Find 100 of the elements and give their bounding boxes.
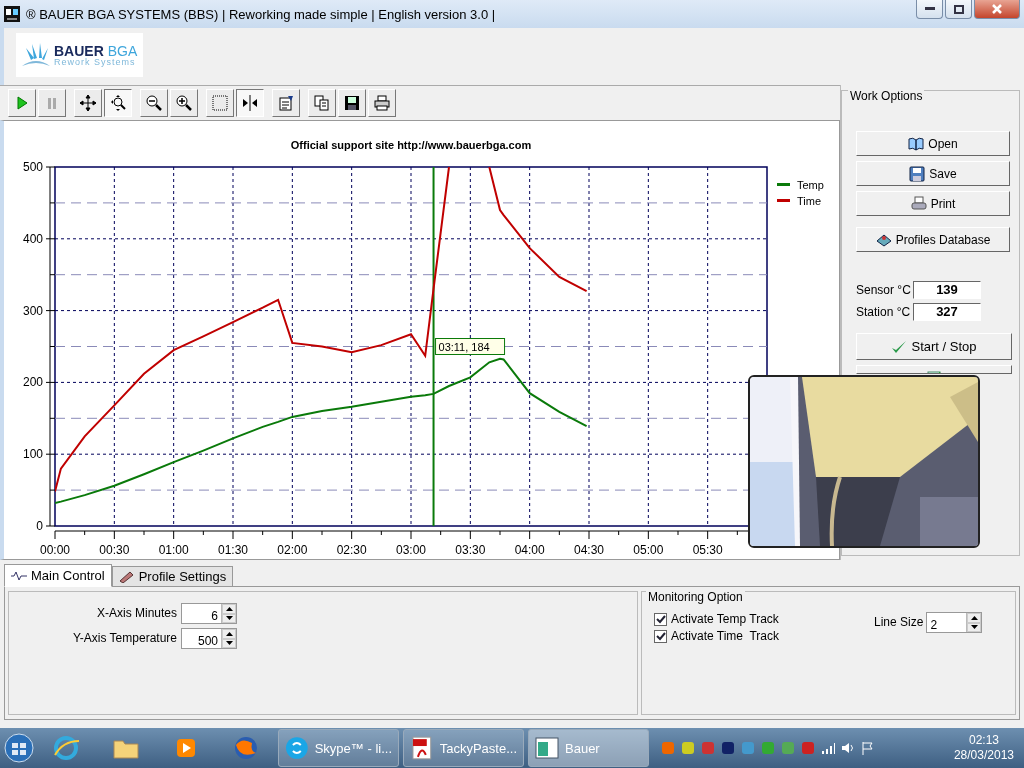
move-button[interactable] bbox=[74, 89, 102, 117]
cursor-button[interactable] bbox=[236, 89, 264, 117]
group-title: Monitoring Option bbox=[646, 590, 745, 604]
magnifier-icon bbox=[109, 94, 127, 112]
axis-label: 05:30 bbox=[692, 543, 723, 557]
checkbox-label: Activate Time Track bbox=[671, 629, 780, 643]
reading-label: Station °C bbox=[856, 305, 910, 319]
floppy-icon bbox=[343, 94, 361, 112]
copy-button[interactable] bbox=[308, 89, 336, 117]
axis-label: 500 bbox=[22, 160, 43, 174]
legend-label: Temp bbox=[797, 179, 824, 191]
field-label: X-Axis Minutes bbox=[95, 605, 177, 622]
play-button[interactable] bbox=[8, 89, 36, 117]
start-stop-button[interactable]: Start / Stop bbox=[856, 333, 1012, 360]
zoom-area-button[interactable] bbox=[104, 89, 132, 117]
printer-icon bbox=[910, 195, 927, 212]
annotation: 03:11, 184 bbox=[438, 340, 490, 353]
document-icon bbox=[410, 736, 434, 760]
print-button[interactable] bbox=[368, 89, 396, 117]
tab[interactable]: Main Control bbox=[4, 564, 112, 587]
save-button[interactable]: Save bbox=[856, 161, 1010, 186]
browser-icon[interactable] bbox=[51, 733, 81, 763]
save-button[interactable] bbox=[338, 89, 366, 117]
up-arrow-icon[interactable] bbox=[225, 631, 233, 636]
window-icon bbox=[535, 736, 559, 760]
flag-icon[interactable] bbox=[861, 741, 875, 755]
clock[interactable]: 02:13 28/03/2013 bbox=[953, 733, 1020, 763]
open-button[interactable]: Open bbox=[856, 131, 1010, 156]
axis-label: 01:00 bbox=[158, 543, 189, 557]
group-title: Work Options bbox=[848, 89, 925, 103]
print-button[interactable]: Print bbox=[856, 191, 1010, 216]
axis-label: 00:30 bbox=[99, 543, 130, 557]
field-label: Y-Axis Temperature bbox=[71, 630, 177, 647]
logo-text: BAUER BGA bbox=[54, 43, 138, 58]
pause-button[interactable] bbox=[38, 89, 66, 117]
close-button[interactable] bbox=[974, 0, 1020, 19]
axis-label: 200 bbox=[22, 375, 43, 390]
up-arrow-icon[interactable] bbox=[970, 615, 978, 620]
selection-icon bbox=[211, 94, 229, 112]
zoom-out-button[interactable] bbox=[140, 89, 168, 117]
tab[interactable]: Profile Settings bbox=[111, 566, 234, 586]
tray-icon[interactable] bbox=[721, 741, 735, 755]
axis-label: 04:00 bbox=[514, 543, 545, 557]
action-button[interactable] bbox=[856, 365, 1012, 374]
legend-entry: Time bbox=[777, 195, 822, 207]
close-icon bbox=[991, 4, 1003, 14]
window-title: ® BAUER BGA SYSTEMS (BBS) | Reworking made simple | English version 3.0 | bbox=[26, 6, 497, 22]
reading-label: Sensor °C bbox=[856, 283, 910, 297]
axis-label: 100 bbox=[22, 447, 43, 462]
legend-entry: Temp bbox=[777, 179, 824, 191]
down-arrow-icon[interactable] bbox=[225, 616, 233, 621]
down-arrow-icon[interactable] bbox=[970, 625, 978, 630]
select-button[interactable] bbox=[206, 89, 234, 117]
up-arrow-icon[interactable] bbox=[225, 606, 233, 611]
reading-value: 139 bbox=[913, 281, 981, 299]
check-icon bbox=[891, 338, 908, 355]
down-arrow-icon[interactable] bbox=[225, 641, 233, 646]
wave-icon bbox=[11, 570, 27, 581]
axis-label: 0 bbox=[36, 519, 43, 533]
speaker-icon[interactable] bbox=[841, 741, 855, 755]
chart-title: Official support site http://www.bauerbga.com bbox=[290, 139, 532, 151]
zoom-in-button[interactable] bbox=[170, 89, 198, 117]
spin-field[interactable]: 6 bbox=[181, 603, 237, 624]
logo-tagline: Rework Systems bbox=[54, 57, 137, 67]
start-orb-icon[interactable] bbox=[4, 733, 34, 763]
axis-label: 05:00 bbox=[633, 543, 664, 557]
logo-icon bbox=[22, 42, 50, 68]
tray-icon[interactable] bbox=[681, 741, 695, 755]
maximize-button[interactable] bbox=[945, 0, 972, 19]
signal-icon[interactable] bbox=[821, 741, 835, 755]
copy-icon bbox=[313, 94, 331, 112]
pen-icon bbox=[118, 570, 135, 583]
reading-value: 327 bbox=[913, 303, 981, 321]
checkbox[interactable] bbox=[654, 612, 667, 626]
checkbox[interactable] bbox=[654, 629, 667, 643]
axis-label: 300 bbox=[22, 303, 43, 318]
database-button[interactable]: Profiles Database bbox=[856, 227, 1010, 252]
printer-icon bbox=[373, 94, 391, 112]
properties-button[interactable] bbox=[272, 89, 300, 117]
axis-label: 01:30 bbox=[218, 543, 248, 557]
axis-label: 03:30 bbox=[455, 543, 486, 557]
axis-label: 03:00 bbox=[396, 543, 426, 557]
cursor-line-icon bbox=[241, 94, 259, 112]
cursor-tooltip: 03:11, 184 bbox=[435, 338, 506, 355]
maximize-icon bbox=[953, 4, 964, 14]
axis-label: 04:30 bbox=[574, 543, 604, 557]
axis-label: 400 bbox=[22, 231, 43, 246]
axis-label: 00:00 bbox=[40, 543, 70, 557]
legend-label: Time bbox=[797, 195, 822, 207]
chat-icon bbox=[285, 736, 309, 760]
axis-label: 02:00 bbox=[277, 543, 308, 557]
zoom-in-icon bbox=[175, 94, 193, 112]
spin-field[interactable]: 500 bbox=[181, 628, 237, 649]
app-icon bbox=[4, 6, 20, 22]
floppy-icon bbox=[909, 165, 926, 182]
book-icon bbox=[908, 135, 925, 152]
axis-label: 02:30 bbox=[336, 543, 367, 557]
spin-field[interactable]: 2 bbox=[926, 612, 983, 633]
checkbox-label: Activate Temp Track bbox=[671, 612, 779, 626]
minimize-button[interactable] bbox=[916, 0, 943, 19]
